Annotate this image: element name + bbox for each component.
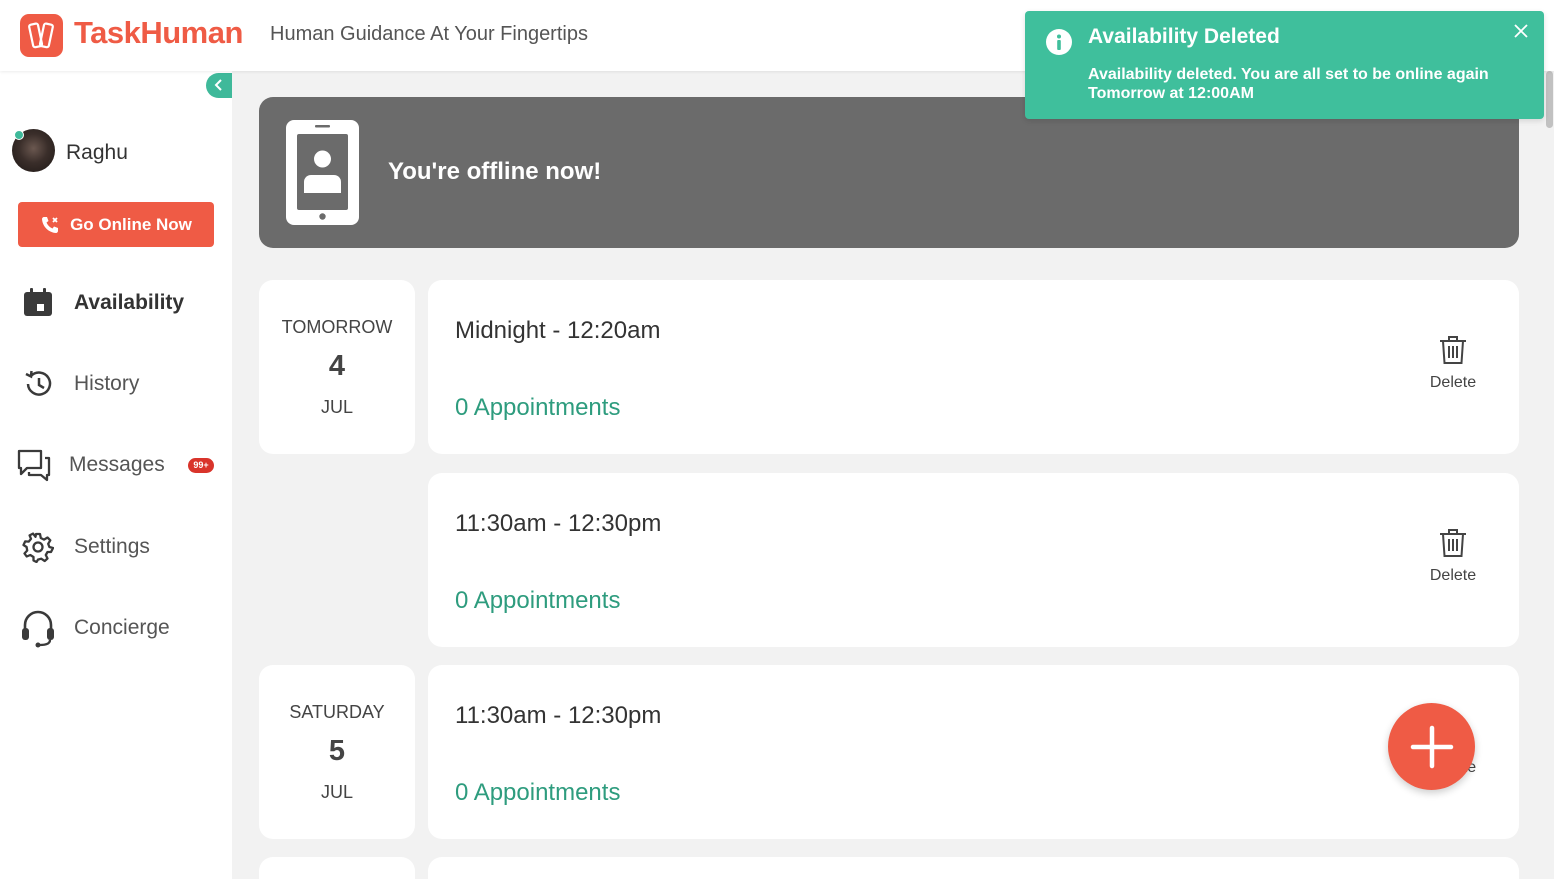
slot-appointments[interactable]: 0 Appointments xyxy=(455,394,620,422)
phone-icon xyxy=(42,216,59,233)
toast-message: Availability deleted. You are all set to… xyxy=(1088,66,1489,102)
delete-button[interactable]: Delete xyxy=(1422,335,1484,399)
plus-icon xyxy=(1410,725,1453,768)
toast-notification: Availability Deleted Availability delete… xyxy=(1025,11,1544,119)
sidebar-item-label: Concierge xyxy=(74,616,170,639)
slot-appointments[interactable]: 0 Appointments xyxy=(455,779,620,807)
messages-icon xyxy=(16,447,52,483)
sidebar-item-label: Availability xyxy=(74,291,185,314)
messages-count-badge: 99+ xyxy=(188,457,214,473)
headset-icon xyxy=(20,610,56,648)
trash-icon xyxy=(1440,336,1466,364)
brand-name[interactable]: TaskHuman xyxy=(74,15,243,51)
sidebar-item-availability[interactable]: Availability xyxy=(0,278,232,328)
taskhuman-logo-icon[interactable] xyxy=(20,14,63,57)
sidebar-item-history[interactable]: History xyxy=(0,359,232,409)
date-weekday: SATURDAY xyxy=(289,702,385,722)
toast-title: Availability Deleted xyxy=(1088,25,1280,48)
online-status-indicator xyxy=(14,130,24,140)
delete-label: Delete xyxy=(1429,567,1477,584)
date-card xyxy=(259,857,415,879)
sidebar-item-concierge[interactable]: Concierge xyxy=(0,603,232,653)
info-icon xyxy=(1046,29,1072,55)
availability-slot-card[interactable]: Midnight - 12:20am 0 Appointments Delete xyxy=(428,280,1519,454)
slot-time: 11:30am - 12:30pm xyxy=(455,510,662,537)
sidebar-item-settings[interactable]: Settings xyxy=(0,522,232,572)
scrollbar-thumb[interactable] xyxy=(1546,71,1553,128)
sidebar-item-label: History xyxy=(74,372,140,395)
user-name: Raghu xyxy=(66,141,128,164)
gear-icon xyxy=(20,529,56,565)
sidebar-item-label: Messages xyxy=(69,453,165,476)
add-availability-button[interactable] xyxy=(1388,703,1475,790)
sidebar: Raghu Go Online Now Availability History… xyxy=(0,71,232,879)
sidebar-item-messages[interactable]: Messages 99+ xyxy=(0,440,232,490)
slot-time: 11:30am - 12:30pm xyxy=(455,702,662,729)
date-number: 4 xyxy=(328,350,346,382)
delete-button[interactable]: Delete xyxy=(1422,528,1484,592)
sidebar-collapse-button[interactable] xyxy=(206,73,232,98)
date-card: SATURDAY 5 JUL xyxy=(259,665,415,839)
offline-banner: You're offline now! xyxy=(259,97,1519,248)
tagline: Human Guidance At Your Fingertips xyxy=(270,23,588,45)
offline-status-text: You're offline now! xyxy=(388,158,602,185)
availability-slot-card[interactable]: 11:30am - 12:30pm 0 Appointments Delete xyxy=(428,665,1519,839)
availability-slot-card[interactable]: 11:30am - 12:30pm 0 Appointments Delete xyxy=(428,473,1519,647)
close-icon[interactable] xyxy=(1514,22,1528,42)
calendar-icon xyxy=(20,285,56,321)
sidebar-item-label: Settings xyxy=(74,535,150,558)
date-card: TOMORROW 4 JUL xyxy=(259,280,415,454)
phone-profile-icon xyxy=(285,119,360,231)
availability-slot-card[interactable] xyxy=(428,857,1519,879)
go-online-button[interactable]: Go Online Now xyxy=(18,202,214,247)
delete-label: Delete xyxy=(1429,374,1477,391)
slot-appointments[interactable]: 0 Appointments xyxy=(455,587,620,615)
date-weekday: TOMORROW xyxy=(281,317,393,337)
date-month: JUL xyxy=(320,782,353,802)
date-number: 5 xyxy=(328,735,346,767)
trash-icon xyxy=(1440,529,1466,557)
history-icon xyxy=(20,366,56,402)
date-month: JUL xyxy=(320,397,353,417)
scrollbar-track[interactable] xyxy=(1544,71,1554,879)
slot-time: Midnight - 12:20am xyxy=(455,317,661,344)
chevron-left-icon xyxy=(214,79,222,91)
go-online-label: Go Online Now xyxy=(70,214,192,234)
